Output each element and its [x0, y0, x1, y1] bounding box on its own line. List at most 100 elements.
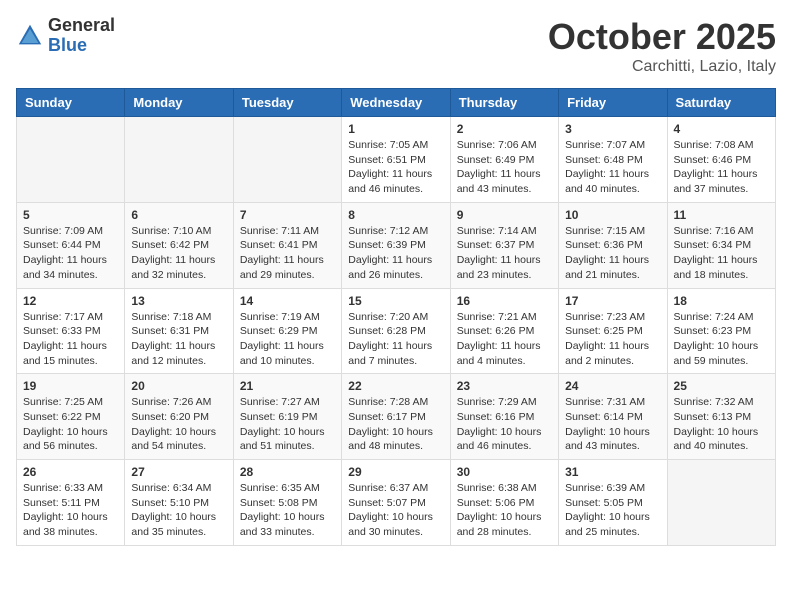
day-number: 31 — [565, 465, 660, 479]
calendar-cell: 5 Sunrise: 7:09 AM Sunset: 6:44 PM Daylig… — [17, 202, 125, 288]
calendar-cell: 7 Sunrise: 7:11 AM Sunset: 6:41 PM Daylig… — [233, 202, 341, 288]
calendar-cell — [667, 460, 775, 546]
day-info: Sunrise: 7:28 AM Sunset: 6:17 PM Dayligh… — [348, 395, 443, 454]
calendar-cell: 15 Sunrise: 7:20 AM Sunset: 6:28 PM Dayli… — [342, 288, 450, 374]
day-info: Sunrise: 7:21 AM Sunset: 6:26 PM Dayligh… — [457, 310, 552, 369]
day-number: 23 — [457, 379, 552, 393]
day-number: 7 — [240, 208, 335, 222]
day-info: Sunrise: 7:27 AM Sunset: 6:19 PM Dayligh… — [240, 395, 335, 454]
calendar-week-2: 5 Sunrise: 7:09 AM Sunset: 6:44 PM Daylig… — [17, 202, 776, 288]
day-number: 8 — [348, 208, 443, 222]
logo: General Blue — [16, 16, 115, 56]
day-info: Sunrise: 6:34 AM Sunset: 5:10 PM Dayligh… — [131, 481, 226, 540]
day-header-wednesday: Wednesday — [342, 89, 450, 117]
page-header: General Blue October 2025 Carchitti, Laz… — [16, 16, 776, 76]
title-block: October 2025 Carchitti, Lazio, Italy — [548, 16, 776, 76]
logo-icon — [16, 22, 44, 50]
calendar-cell: 8 Sunrise: 7:12 AM Sunset: 6:39 PM Daylig… — [342, 202, 450, 288]
calendar-week-4: 19Sunrise: 7:25 AM Sunset: 6:22 PM Dayli… — [17, 374, 776, 460]
day-info: Sunrise: 7:15 AM Sunset: 6:36 PM Dayligh… — [565, 224, 660, 283]
day-header-saturday: Saturday — [667, 89, 775, 117]
day-number: 19 — [23, 379, 118, 393]
day-number: 6 — [131, 208, 226, 222]
day-header-monday: Monday — [125, 89, 233, 117]
month-title: October 2025 — [548, 16, 776, 58]
day-info: Sunrise: 7:05 AM Sunset: 6:51 PM Dayligh… — [348, 138, 443, 197]
day-info: Sunrise: 7:10 AM Sunset: 6:42 PM Dayligh… — [131, 224, 226, 283]
calendar-cell — [17, 117, 125, 203]
day-number: 15 — [348, 294, 443, 308]
calendar-cell: 22 Sunrise: 7:28 AM Sunset: 6:17 PM Dayli… — [342, 374, 450, 460]
calendar-cell: 25Sunrise: 7:32 AM Sunset: 6:13 PM Dayli… — [667, 374, 775, 460]
calendar-cell: 23Sunrise: 7:29 AM Sunset: 6:16 PM Dayli… — [450, 374, 558, 460]
calendar-cell: 12 Sunrise: 7:17 AM Sunset: 6:33 PM Dayli… — [17, 288, 125, 374]
day-number: 22 — [348, 379, 443, 393]
calendar-cell: 3 Sunrise: 7:07 AM Sunset: 6:48 PM Daylig… — [559, 117, 667, 203]
calendar-cell — [125, 117, 233, 203]
day-info: Sunrise: 7:11 AM Sunset: 6:41 PM Dayligh… — [240, 224, 335, 283]
calendar-cell: 6 Sunrise: 7:10 AM Sunset: 6:42 PM Daylig… — [125, 202, 233, 288]
calendar-cell: 18Sunrise: 7:24 AM Sunset: 6:23 PM Dayli… — [667, 288, 775, 374]
day-number: 30 — [457, 465, 552, 479]
day-number: 5 — [23, 208, 118, 222]
day-number: 1 — [348, 122, 443, 136]
day-number: 28 — [240, 465, 335, 479]
day-number: 24 — [565, 379, 660, 393]
day-header-thursday: Thursday — [450, 89, 558, 117]
calendar-cell: 19Sunrise: 7:25 AM Sunset: 6:22 PM Dayli… — [17, 374, 125, 460]
calendar-cell: 1 Sunrise: 7:05 AM Sunset: 6:51 PM Daylig… — [342, 117, 450, 203]
day-number: 9 — [457, 208, 552, 222]
calendar: SundayMondayTuesdayWednesdayThursdayFrid… — [16, 88, 776, 546]
day-info: Sunrise: 7:08 AM Sunset: 6:46 PM Dayligh… — [674, 138, 769, 197]
day-number: 26 — [23, 465, 118, 479]
day-number: 14 — [240, 294, 335, 308]
day-info: Sunrise: 6:38 AM Sunset: 5:06 PM Dayligh… — [457, 481, 552, 540]
day-number: 21 — [240, 379, 335, 393]
calendar-cell: 13 Sunrise: 7:18 AM Sunset: 6:31 PM Dayli… — [125, 288, 233, 374]
calendar-cell: 9 Sunrise: 7:14 AM Sunset: 6:37 PM Daylig… — [450, 202, 558, 288]
day-number: 12 — [23, 294, 118, 308]
calendar-cell: 30 Sunrise: 6:38 AM Sunset: 5:06 PM Dayli… — [450, 460, 558, 546]
calendar-cell: 10Sunrise: 7:15 AM Sunset: 6:36 PM Dayli… — [559, 202, 667, 288]
day-info: Sunrise: 7:26 AM Sunset: 6:20 PM Dayligh… — [131, 395, 226, 454]
day-info: Sunrise: 7:24 AM Sunset: 6:23 PM Dayligh… — [674, 310, 769, 369]
day-info: Sunrise: 7:14 AM Sunset: 6:37 PM Dayligh… — [457, 224, 552, 283]
logo-general: General — [48, 16, 115, 36]
day-info: Sunrise: 7:09 AM Sunset: 6:44 PM Dayligh… — [23, 224, 118, 283]
day-info: Sunrise: 7:06 AM Sunset: 6:49 PM Dayligh… — [457, 138, 552, 197]
calendar-cell: 11Sunrise: 7:16 AM Sunset: 6:34 PM Dayli… — [667, 202, 775, 288]
day-info: Sunrise: 7:12 AM Sunset: 6:39 PM Dayligh… — [348, 224, 443, 283]
day-info: Sunrise: 7:32 AM Sunset: 6:13 PM Dayligh… — [674, 395, 769, 454]
calendar-week-1: 1 Sunrise: 7:05 AM Sunset: 6:51 PM Daylig… — [17, 117, 776, 203]
day-info: Sunrise: 7:07 AM Sunset: 6:48 PM Dayligh… — [565, 138, 660, 197]
day-number: 17 — [565, 294, 660, 308]
day-number: 16 — [457, 294, 552, 308]
day-info: Sunrise: 6:37 AM Sunset: 5:07 PM Dayligh… — [348, 481, 443, 540]
calendar-cell: 14 Sunrise: 7:19 AM Sunset: 6:29 PM Dayli… — [233, 288, 341, 374]
day-number: 29 — [348, 465, 443, 479]
calendar-cell: 16 Sunrise: 7:21 AM Sunset: 6:26 PM Dayli… — [450, 288, 558, 374]
day-number: 2 — [457, 122, 552, 136]
location: Carchitti, Lazio, Italy — [548, 58, 776, 76]
calendar-cell: 17 Sunrise: 7:23 AM Sunset: 6:25 PM Dayli… — [559, 288, 667, 374]
logo-blue: Blue — [48, 36, 115, 56]
calendar-cell: 31Sunrise: 6:39 AM Sunset: 5:05 PM Dayli… — [559, 460, 667, 546]
day-header-sunday: Sunday — [17, 89, 125, 117]
day-number: 3 — [565, 122, 660, 136]
calendar-cell: 24Sunrise: 7:31 AM Sunset: 6:14 PM Dayli… — [559, 374, 667, 460]
calendar-cell: 27Sunrise: 6:34 AM Sunset: 5:10 PM Dayli… — [125, 460, 233, 546]
day-info: Sunrise: 7:18 AM Sunset: 6:31 PM Dayligh… — [131, 310, 226, 369]
calendar-cell — [233, 117, 341, 203]
calendar-week-3: 12 Sunrise: 7:17 AM Sunset: 6:33 PM Dayli… — [17, 288, 776, 374]
day-info: Sunrise: 7:23 AM Sunset: 6:25 PM Dayligh… — [565, 310, 660, 369]
day-number: 13 — [131, 294, 226, 308]
day-number: 20 — [131, 379, 226, 393]
logo-text: General Blue — [48, 16, 115, 56]
day-info: Sunrise: 7:17 AM Sunset: 6:33 PM Dayligh… — [23, 310, 118, 369]
calendar-cell: 20 Sunrise: 7:26 AM Sunset: 6:20 PM Dayli… — [125, 374, 233, 460]
day-number: 11 — [674, 208, 769, 222]
calendar-header-row: SundayMondayTuesdayWednesdayThursdayFrid… — [17, 89, 776, 117]
day-info: Sunrise: 7:20 AM Sunset: 6:28 PM Dayligh… — [348, 310, 443, 369]
day-info: Sunrise: 7:19 AM Sunset: 6:29 PM Dayligh… — [240, 310, 335, 369]
calendar-week-5: 26Sunrise: 6:33 AM Sunset: 5:11 PM Dayli… — [17, 460, 776, 546]
